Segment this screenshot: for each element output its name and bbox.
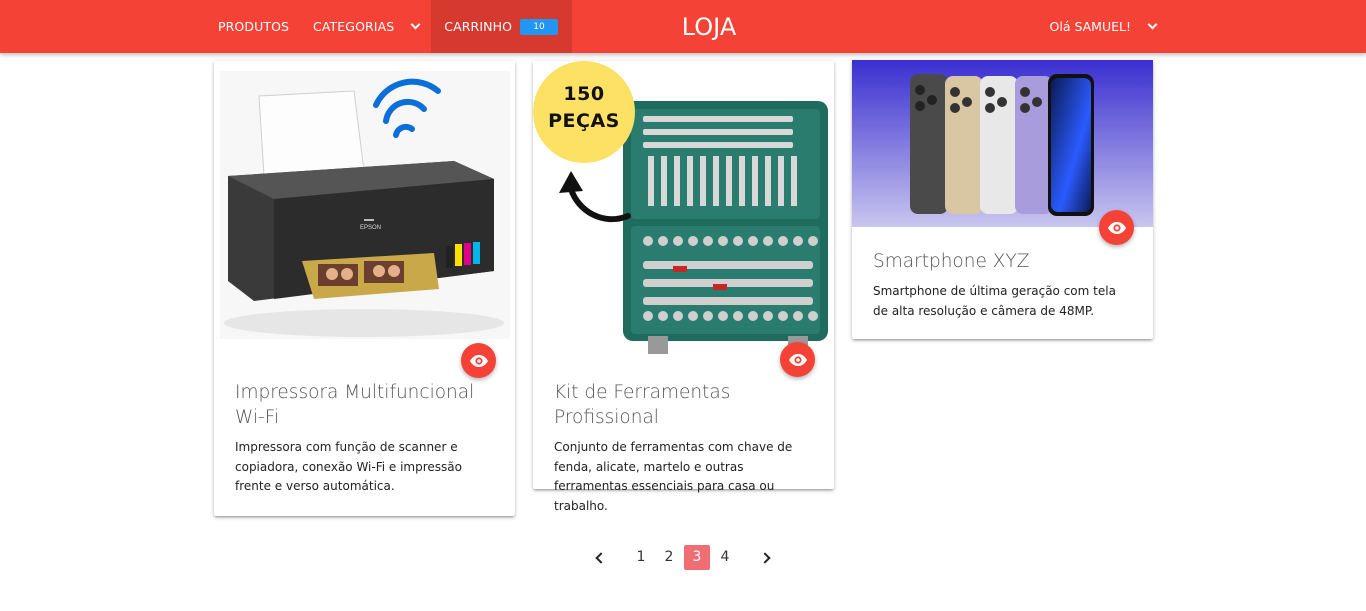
pieces-badge-label: PEÇAS <box>548 110 620 132</box>
chevron-down-icon <box>410 19 421 29</box>
previous-page-button[interactable] <box>585 545 613 570</box>
cart-count-badge: 10 <box>520 18 559 35</box>
nav-carrinho-label: CARRINHO <box>444 19 513 34</box>
view-details-button[interactable] <box>1099 210 1134 245</box>
view-details-button[interactable] <box>461 343 496 378</box>
smartphone-image <box>852 60 1153 227</box>
card-content: Kit de Ferramentas Profissional Conjunto… <box>554 380 813 516</box>
chevron-left-icon <box>595 551 607 564</box>
card-content: Impressora Multifuncional Wi-Fi Impresso… <box>235 380 494 497</box>
eye-icon <box>1107 221 1126 234</box>
brand-logo[interactable]: LOJA <box>682 13 736 41</box>
page-link-2[interactable]: 2 <box>656 545 682 570</box>
nav-carrinho-link[interactable]: CARRINHO 10 <box>431 0 573 53</box>
nav-left: PRODUTOS CATEGORIAS CARRINHO 10 <box>206 0 573 53</box>
nav-produtos-label: PRODUTOS <box>218 19 290 34</box>
printer-brand-text: EPSON <box>360 225 381 231</box>
nav-produtos-link[interactable]: PRODUTOS <box>206 0 301 53</box>
page-link-3[interactable]: 3 <box>684 545 710 570</box>
nav-categorias-dropdown[interactable]: CATEGORIAS <box>301 0 431 53</box>
product-title: Kit de Ferramentas Profissional <box>554 382 731 428</box>
product-description: Impressora com função de scanner e copia… <box>235 440 462 493</box>
card-content: Smartphone XYZ Smartphone de última gera… <box>873 249 1132 321</box>
product-description: Smartphone de última geração com tela de… <box>873 284 1116 318</box>
product-image[interactable] <box>852 60 1153 245</box>
product-image[interactable]: EPSON <box>214 61 515 378</box>
chevron-right-icon <box>759 551 771 564</box>
brand-logo-container: LOJA <box>0 0 1366 53</box>
pagination: 1 2 3 4 <box>0 545 1366 570</box>
chevron-down-icon <box>1147 19 1158 29</box>
next-page-button[interactable] <box>753 545 781 570</box>
page-link-4[interactable]: 4 <box>712 545 738 570</box>
pieces-badge: 150 PEÇAS <box>533 81 635 135</box>
product-card: EPSON Impressora Multifuncional Wi-Fi Im… <box>214 61 515 516</box>
view-details-button[interactable] <box>780 342 815 377</box>
printer-image: EPSON <box>214 61 515 343</box>
product-description: Conjunto de ferramentas com chave de fen… <box>554 440 793 513</box>
navbar: PRODUTOS CATEGORIAS CARRINHO 10 LOJA Olá… <box>0 0 1366 53</box>
user-menu-dropdown[interactable]: Olá SAMUEL! <box>1049 19 1158 34</box>
nav-categorias-label: CATEGORIAS <box>313 19 395 34</box>
product-image[interactable]: 150 PEÇAS <box>533 61 834 377</box>
product-title: Impressora Multifuncional Wi-Fi <box>235 382 475 428</box>
user-greeting: Olá SAMUEL! <box>1049 19 1131 34</box>
product-card: Smartphone XYZ Smartphone de última gera… <box>852 60 1153 339</box>
nav-right: Olá SAMUEL! <box>1049 0 1158 53</box>
eye-icon <box>469 354 488 367</box>
page-link-1[interactable]: 1 <box>628 545 654 570</box>
pieces-badge-count: 150 <box>563 83 605 105</box>
eye-icon <box>788 353 807 366</box>
product-title: Smartphone XYZ <box>873 251 1030 272</box>
product-card: 150 PEÇAS Kit de Ferramentas Profissiona… <box>533 61 834 513</box>
